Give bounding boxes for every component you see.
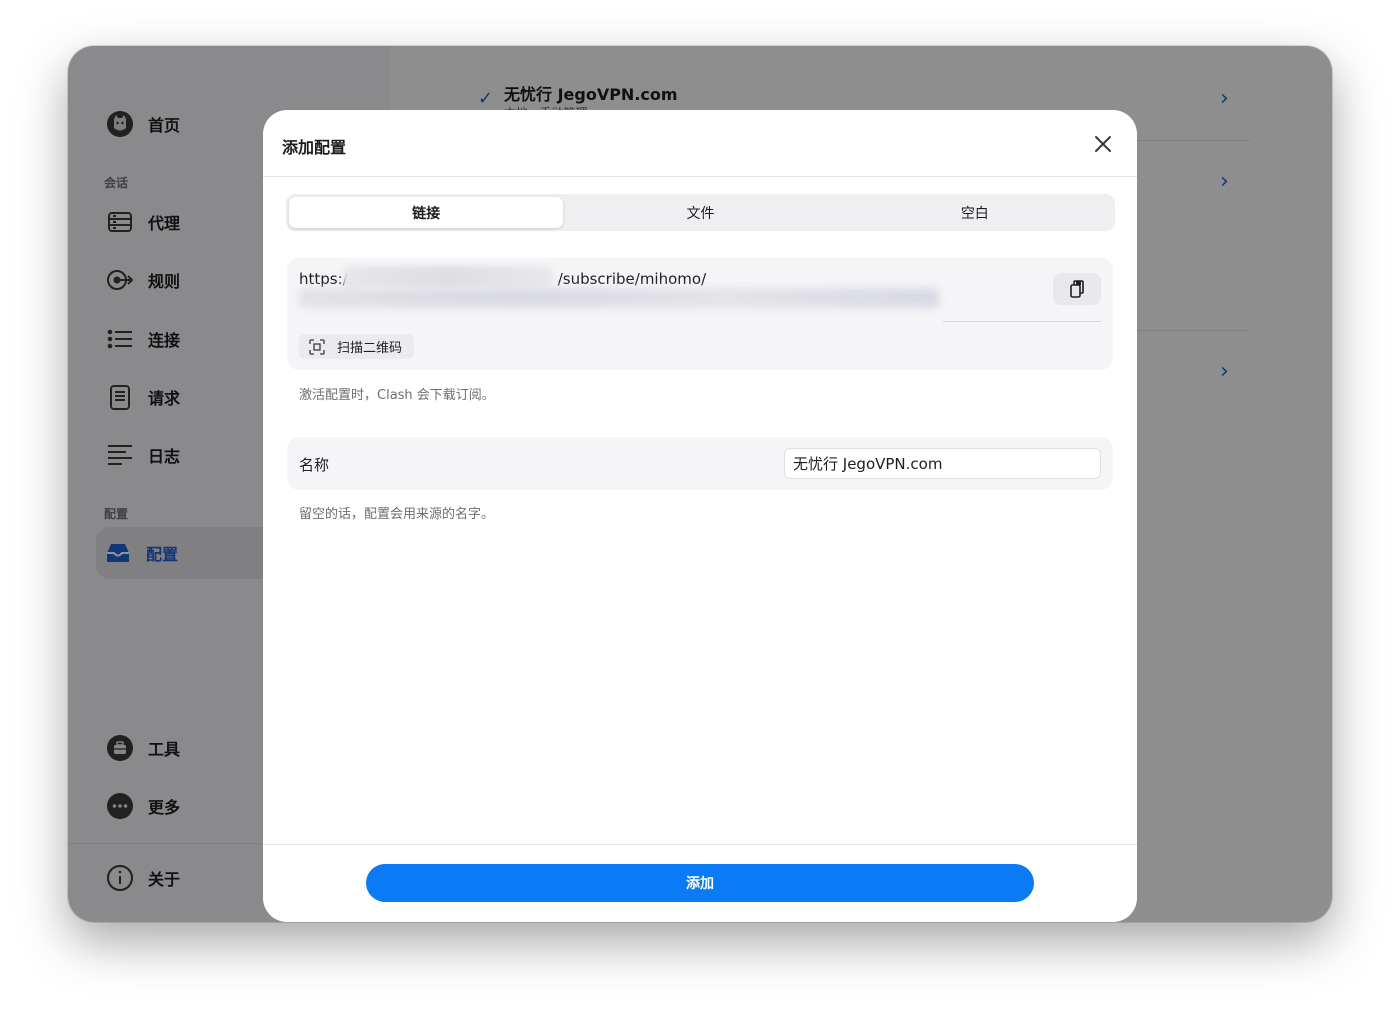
add-config-dialog: 添加配置 链接 文件 空白 https:/ /subscribe/mihomo/ … [263,110,1137,922]
url-suffix: /subscribe/mihomo/ [557,270,707,288]
name-input[interactable] [784,448,1101,479]
url-card: https:/ /subscribe/mihomo/ 扫描二维码 [287,258,1113,370]
add-button[interactable]: 添加 [366,864,1034,902]
tab-file[interactable]: 文件 [563,197,837,228]
redacted-text [299,288,939,308]
dialog-title: 添加配置 [282,138,347,157]
footer-divider [263,844,1137,845]
tab-link[interactable]: 链接 [289,197,564,228]
tab-blank[interactable]: 空白 [838,197,1112,228]
paste-button[interactable] [1053,273,1101,305]
scan-qr-button[interactable]: 扫描二维码 [299,334,415,359]
header-divider [263,176,1137,177]
close-icon [1095,136,1111,152]
close-button[interactable] [1091,132,1115,156]
clipboard-icon [1070,280,1084,298]
redacted-text [343,266,553,288]
qr-scan-icon [309,338,325,355]
name-hint: 留空的话，配置会用来源的名字。 [299,507,495,522]
url-underline [943,321,1101,322]
name-card: 名称 [287,437,1113,490]
name-label: 名称 [299,456,330,474]
url-hint: 激活配置时，Clash 会下载订阅。 [299,388,495,403]
scan-qr-label: 扫描二维码 [337,341,403,356]
url-prefix: https:/ [299,270,348,288]
source-type-tabs: 链接 文件 空白 [286,194,1115,231]
